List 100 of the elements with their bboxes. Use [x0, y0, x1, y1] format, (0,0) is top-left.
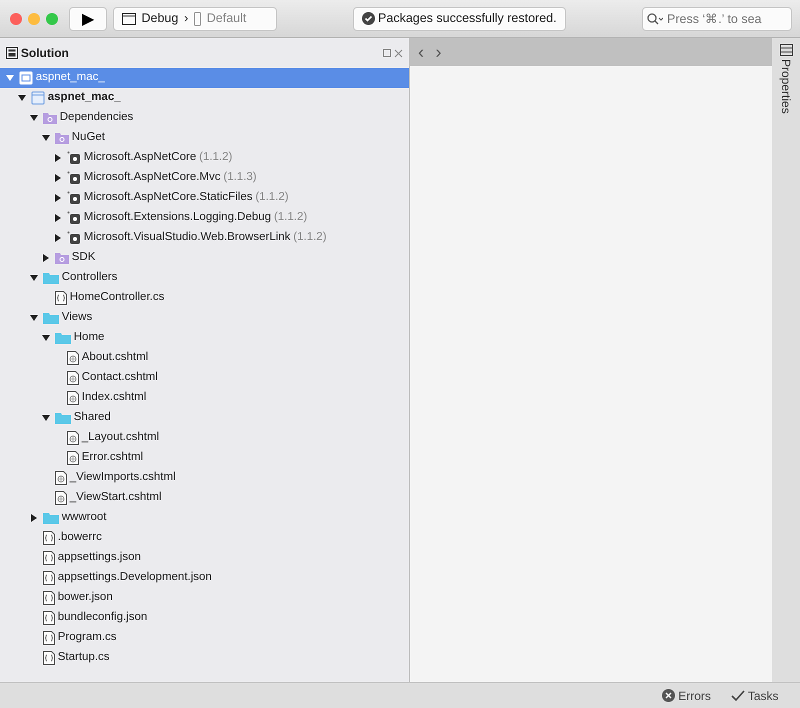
- folder-icon: [42, 272, 59, 284]
- device-icon: [194, 12, 202, 26]
- tree-item[interactable]: Dependencies: [0, 108, 409, 128]
- collapsed-arrow-icon[interactable]: [54, 234, 62, 242]
- tree-item[interactable]: aspnet_mac_: [0, 88, 409, 108]
- collapsed-arrow-icon[interactable]: [54, 174, 62, 182]
- tree-item[interactable]: Index.cshtml: [0, 388, 409, 408]
- configuration-selector[interactable]: Debug › Default: [112, 6, 277, 30]
- properties-icon: [780, 44, 792, 56]
- tree-item[interactable]: Microsoft.Extensions.Logging.Debug (1.1.2): [0, 208, 409, 228]
- tree-item[interactable]: About.cshtml: [0, 348, 409, 368]
- expanded-arrow-icon[interactable]: [42, 134, 50, 142]
- code-file-icon: [42, 591, 55, 605]
- properties-tab[interactable]: Properties: [777, 58, 795, 114]
- tree-item[interactable]: _Layout.cshtml: [0, 428, 409, 448]
- tree-item[interactable]: Microsoft.AspNetCore.Mvc (1.1.3): [0, 168, 409, 188]
- item-label: Startup.cs: [58, 650, 110, 666]
- expanded-arrow-icon[interactable]: [42, 334, 50, 342]
- code-file-icon: [54, 291, 67, 305]
- tree-item[interactable]: Contact.cshtml: [0, 368, 409, 388]
- forward-button[interactable]: ›: [436, 38, 442, 66]
- item-label: Error.cshtml: [82, 450, 144, 466]
- collapsed-arrow-icon[interactable]: [42, 254, 50, 262]
- tree-item[interactable]: bower.json: [0, 588, 409, 608]
- tree-item[interactable]: appsettings.Development.json: [0, 568, 409, 588]
- item-label: SDK: [72, 250, 96, 266]
- item-label: bower.json: [58, 590, 113, 606]
- folder-icon: [54, 332, 71, 344]
- item-label: Microsoft.AspNetCore: [84, 150, 196, 166]
- item-label: Dependencies: [60, 110, 134, 126]
- expanded-arrow-icon[interactable]: [18, 94, 26, 102]
- collapsed-arrow-icon[interactable]: [54, 194, 62, 202]
- close-icon[interactable]: [394, 48, 403, 58]
- item-label: Home: [74, 330, 104, 346]
- expanded-arrow-icon[interactable]: [42, 414, 50, 422]
- web-file-icon: [66, 451, 79, 465]
- tree-item[interactable]: appsettings.json: [0, 548, 409, 568]
- dock-icon[interactable]: [383, 49, 392, 57]
- folder-icon: [42, 312, 59, 324]
- collapsed-arrow-icon[interactable]: [54, 154, 62, 162]
- run-button[interactable]: ▶: [69, 6, 107, 30]
- folder-icon: [42, 112, 57, 124]
- item-label: Program.cs: [58, 630, 117, 646]
- item-label: About.cshtml: [82, 350, 148, 366]
- item-label: aspnet_mac_: [48, 90, 121, 106]
- pad-title: Solution: [20, 45, 69, 62]
- solution-icon: [18, 71, 33, 85]
- code-file-icon: [42, 651, 55, 665]
- search-field[interactable]: Press ‘⌘.’ to sea: [642, 6, 792, 30]
- expanded-arrow-icon[interactable]: [30, 314, 38, 322]
- tree-item[interactable]: Microsoft.VisualStudio.Web.BrowserLink (1.1.2): [0, 228, 409, 248]
- window-icon: [122, 12, 136, 24]
- tree-item[interactable]: _ViewImports.cshtml: [0, 468, 409, 488]
- item-label: _ViewImports.cshtml: [70, 470, 176, 486]
- status-bar-button[interactable]: Errors: [652, 686, 721, 704]
- version-label: (1.1.2): [274, 210, 308, 226]
- folder-icon: [54, 412, 71, 424]
- folder-icon: [54, 252, 69, 264]
- tree-item[interactable]: Home: [0, 328, 409, 348]
- checkmark-icon: [730, 690, 745, 702]
- tree-item[interactable]: .bowerrc: [0, 528, 409, 548]
- collapsed-arrow-icon[interactable]: [30, 514, 38, 522]
- tree-item[interactable]: SDK: [0, 248, 409, 268]
- item-label: aspnet_mac_: [36, 70, 105, 86]
- expanded-arrow-icon[interactable]: [30, 274, 38, 282]
- package-icon: [66, 231, 81, 245]
- code-file-icon: [42, 531, 55, 545]
- package-icon: [66, 211, 81, 225]
- tree-item[interactable]: Controllers: [0, 268, 409, 288]
- tree-item[interactable]: Views: [0, 308, 409, 328]
- web-file-icon: [66, 351, 79, 365]
- tree-item[interactable]: Shared: [0, 408, 409, 428]
- tree-item[interactable]: bundleconfig.json: [0, 608, 409, 628]
- tree-item[interactable]: NuGet: [0, 128, 409, 148]
- tree-item[interactable]: _ViewStart.cshtml: [0, 488, 409, 508]
- web-file-icon: [66, 391, 79, 405]
- item-label: Microsoft.AspNetCore.StaticFiles: [84, 190, 252, 206]
- back-button[interactable]: ‹: [418, 38, 424, 66]
- item-label: Microsoft.VisualStudio.Web.BrowserLink: [84, 230, 290, 246]
- tree-item[interactable]: Microsoft.AspNetCore.StaticFiles (1.1.2): [0, 188, 409, 208]
- item-label: bundleconfig.json: [58, 610, 148, 626]
- tree-item[interactable]: HomeController.cs: [0, 288, 409, 308]
- folder-icon: [54, 132, 69, 144]
- tree-item[interactable]: wwwroot: [0, 508, 409, 528]
- web-file-icon: [66, 371, 79, 385]
- web-file-icon: [66, 431, 79, 445]
- item-label: Contact.cshtml: [82, 370, 158, 386]
- tree-item[interactable]: Microsoft.AspNetCore (1.1.2): [0, 148, 409, 168]
- tree-item[interactable]: Startup.cs: [0, 648, 409, 668]
- item-label: Index.cshtml: [82, 390, 146, 406]
- tree-item[interactable]: Program.cs: [0, 628, 409, 648]
- project-icon: [30, 91, 45, 105]
- collapsed-arrow-icon[interactable]: [54, 214, 62, 222]
- status-bar-button[interactable]: Tasks: [720, 686, 788, 704]
- version-label: (1.1.2): [199, 150, 232, 166]
- tree-item[interactable]: Error.cshtml: [0, 448, 409, 468]
- item-label: Shared: [74, 410, 111, 426]
- expanded-arrow-icon[interactable]: [30, 114, 38, 122]
- package-icon: [66, 151, 81, 165]
- search-icon: [647, 12, 663, 24]
